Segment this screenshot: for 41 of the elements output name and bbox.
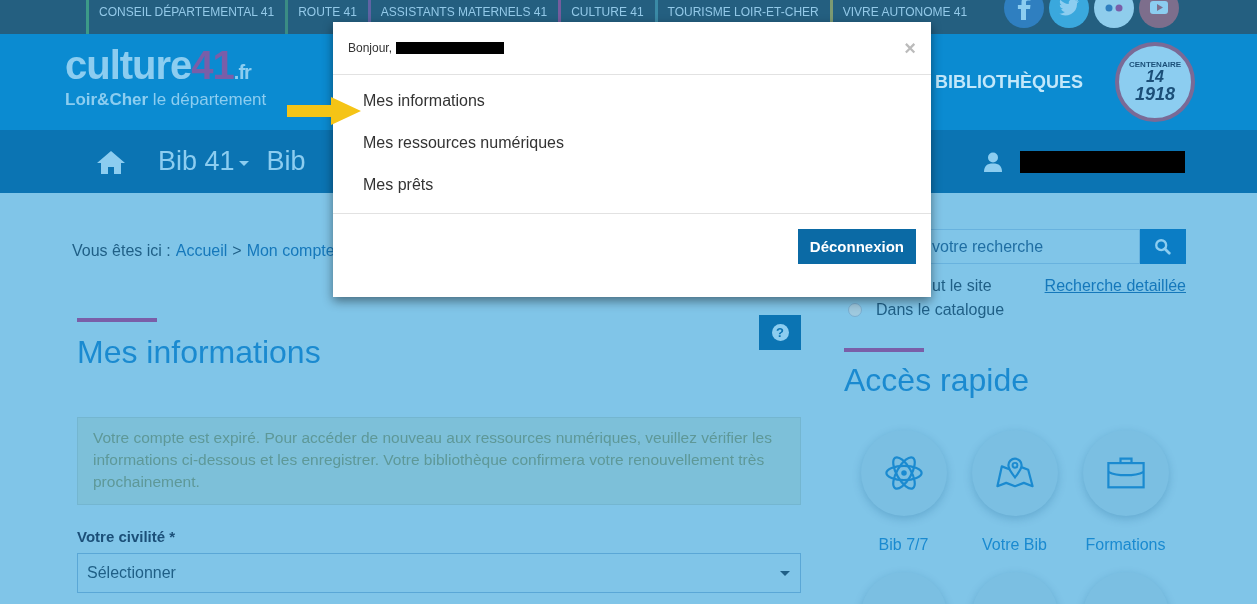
search-icon	[1154, 237, 1172, 256]
radio-label[interactable]: Dans le catalogue	[876, 301, 1005, 319]
account-menu-item[interactable]: Mes informations	[363, 90, 901, 112]
header-title[interactable]: BIBLIOTHÈQUES	[935, 71, 1083, 93]
logout-button[interactable]: Déconnexion	[797, 229, 916, 264]
alert-message: Votre compte est expiré. Pour accéder de nouveau aux ressources numériques, veuillez vérifier les informations ci-dessous et les enregistrer. Votre bibliothèque confirmera votre renouvellement très prochainement.	[77, 417, 801, 505]
quick-access-button[interactable]	[1082, 430, 1169, 516]
arrow-icon	[287, 97, 361, 125]
flickr-icon[interactable]	[1094, 0, 1134, 28]
page-title: Mes informations	[77, 333, 321, 372]
quick-access-label[interactable]: Formations	[1085, 536, 1166, 554]
quick-access-label[interactable]: Bib 7/7	[878, 536, 929, 554]
search-button[interactable]	[1140, 229, 1186, 264]
centenary-badge: CENTENAIRE 14 1918	[1115, 42, 1195, 122]
advanced-search-link[interactable]: Recherche detaillée	[1044, 277, 1186, 295]
civility-select[interactable]: Sélectionner	[77, 553, 801, 593]
user-icon[interactable]	[984, 151, 1002, 172]
close-icon[interactable]: ×	[904, 36, 916, 60]
home-icon[interactable]	[96, 148, 126, 175]
account-menu-item[interactable]: Mes ressources numériques	[363, 132, 901, 154]
breadcrumb-link[interactable]: Mon compte	[246, 242, 335, 260]
section-title: Accès rapide	[844, 361, 1030, 400]
breadcrumb-link[interactable]: Accueil	[175, 242, 228, 260]
site-logo[interactable]: culture41.fr Loir&Cher le département	[65, 46, 267, 109]
breadcrumb-label: Vous êtes ici :	[72, 242, 171, 260]
breadcrumb-separator: >	[232, 242, 242, 260]
radio-button[interactable]	[848, 303, 862, 317]
nav-menu-item[interactable]: Bib 41	[158, 146, 249, 177]
youtube-icon[interactable]	[1139, 0, 1179, 28]
option-label[interactable]: ut le site	[932, 277, 992, 295]
quick-access-label[interactable]: Votre Bib	[982, 536, 1047, 554]
help-button[interactable]: ?	[759, 315, 801, 350]
quick-access-button[interactable]	[860, 430, 947, 516]
field-label: Votre civilité *	[77, 528, 177, 545]
twitter-icon[interactable]	[1049, 0, 1089, 28]
greeting-text: Bonjour,	[348, 41, 393, 55]
account-menu-item[interactable]: Mes prêts	[363, 174, 901, 196]
quick-access-button[interactable]	[971, 430, 1058, 516]
facebook-icon[interactable]	[1004, 0, 1044, 28]
nav-menu-item[interactable]: Bib	[266, 146, 306, 177]
caret-icon	[780, 570, 790, 576]
